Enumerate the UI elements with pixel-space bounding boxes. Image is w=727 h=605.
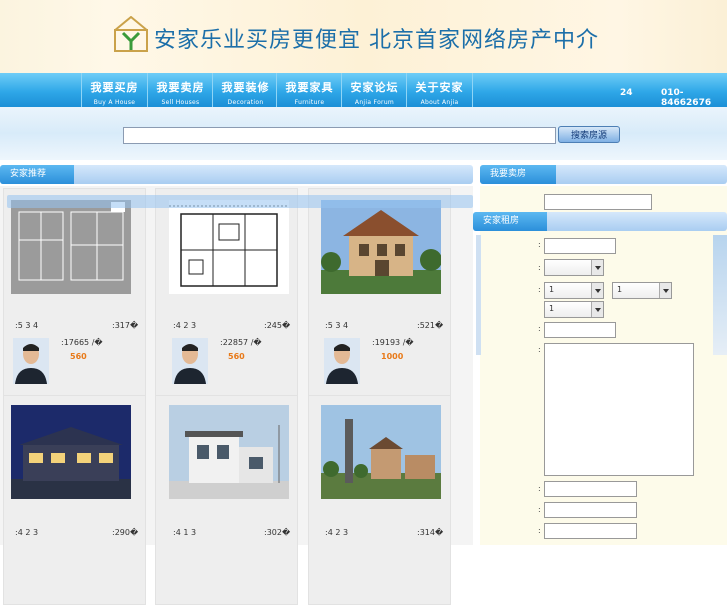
chevron-down-icon[interactable] bbox=[591, 283, 603, 298]
chevron-down-icon[interactable] bbox=[659, 283, 671, 298]
sell-header: 我要卖房 bbox=[480, 165, 727, 184]
district-select[interactable] bbox=[544, 259, 604, 276]
field-label: : bbox=[538, 285, 541, 294]
main-nav: 我要买房 Buy A House 我要卖房 Sell Houses 我要装修 D… bbox=[0, 73, 727, 107]
layout-info: :4 1 3 bbox=[173, 528, 197, 537]
select-value: 1 bbox=[549, 285, 555, 294]
nav-item-sublabel: Decoration bbox=[227, 99, 264, 106]
villa-photo[interactable] bbox=[169, 405, 289, 499]
select-value: 1 bbox=[549, 304, 555, 313]
night-villa-illustration bbox=[11, 405, 131, 499]
scroll-overlay-bar bbox=[7, 195, 473, 208]
community-illustration bbox=[321, 405, 441, 499]
nav-item-buy[interactable]: 我要买房 Buy A House bbox=[81, 73, 147, 107]
select-value: 1 bbox=[617, 285, 623, 294]
sell-tab[interactable]: 我要卖房 bbox=[480, 165, 556, 184]
contact-name-field[interactable] bbox=[544, 481, 637, 497]
agent-avatar[interactable] bbox=[324, 338, 360, 384]
rent-price-field[interactable] bbox=[544, 322, 616, 338]
chevron-down-icon[interactable] bbox=[591, 260, 603, 275]
area-info: :314� bbox=[417, 528, 444, 537]
field-label: : bbox=[538, 240, 541, 249]
nav-item-sell[interactable]: 我要卖房 Sell Houses bbox=[147, 73, 213, 107]
nav-item-forum[interactable]: 安家论坛 Anjia Forum bbox=[341, 73, 407, 107]
nav-item-sublabel: Furniture bbox=[294, 99, 325, 106]
commission-value: 1000 bbox=[381, 352, 404, 361]
rooms-select[interactable]: 1 bbox=[544, 282, 604, 299]
nav-item-label: 我要家具 bbox=[285, 81, 334, 94]
field-label: : bbox=[538, 505, 541, 514]
unit-price: :17665 /� bbox=[61, 338, 103, 347]
banner-slogan: 安家乐业买房更便宜 北京首家网络房产中介 bbox=[154, 28, 599, 53]
nav-item-decoration[interactable]: 我要装修 Decoration bbox=[212, 73, 278, 107]
listing-card[interactable]: :4 2 3 :245� :22857 /� 560 bbox=[155, 188, 298, 398]
field-label: : bbox=[538, 526, 541, 535]
nav-item-sublabel: Buy A House bbox=[93, 99, 136, 106]
nav-item-sublabel: About Anjia bbox=[420, 99, 459, 106]
chevron-down-icon[interactable] bbox=[591, 302, 603, 317]
listing-card[interactable]: :4 1 3 :302� bbox=[155, 395, 298, 605]
area-info: :521� bbox=[417, 321, 444, 330]
listing-card[interactable]: :4 2 3 :290� bbox=[3, 395, 146, 605]
halls-select[interactable]: 1 bbox=[612, 282, 672, 299]
search-input[interactable] bbox=[123, 127, 556, 144]
unit-price: :22857 /� bbox=[220, 338, 262, 347]
field-label: : bbox=[538, 324, 541, 333]
nav-item-sublabel: Sell Houses bbox=[161, 99, 200, 106]
floor-plan-image[interactable] bbox=[169, 200, 289, 294]
area-info: :290� bbox=[112, 528, 139, 537]
nav-item-furniture[interactable]: 我要家具 Furniture bbox=[276, 73, 342, 107]
sell-field[interactable] bbox=[544, 194, 652, 210]
area-info: :317� bbox=[112, 321, 139, 330]
field-label: : bbox=[538, 345, 541, 354]
baths-select[interactable]: 1 bbox=[544, 301, 604, 318]
panel-edge bbox=[476, 235, 481, 355]
side-photo-strip bbox=[713, 235, 727, 355]
layout-info: :5 3 4 bbox=[15, 321, 39, 330]
listing-card[interactable]: :5 3 4 :521� :19193 /� 1000 bbox=[308, 188, 451, 398]
anjia-logo-icon[interactable] bbox=[114, 16, 148, 52]
nav-item-label: 关于安家 bbox=[415, 81, 464, 94]
listing-card[interactable]: :4 2 3 :314� bbox=[308, 395, 451, 605]
contact-phone-field[interactable] bbox=[544, 502, 637, 518]
villa-photo[interactable] bbox=[11, 405, 131, 499]
nav-item-label: 我要买房 bbox=[90, 81, 139, 94]
recommended-header: 安家推荐 bbox=[0, 165, 473, 184]
nav-item-sublabel: Anjia Forum bbox=[354, 99, 395, 106]
contact-email-field[interactable] bbox=[544, 523, 637, 539]
recommended-tab[interactable]: 安家推荐 bbox=[0, 165, 74, 184]
hotline-number: 010-84662676 bbox=[661, 88, 712, 108]
listing-card[interactable]: :5 3 4 :317� :17665 /� 560 bbox=[3, 188, 146, 398]
service-hours: 24 bbox=[620, 88, 633, 98]
area-info: :302� bbox=[264, 528, 291, 537]
search-listings-button[interactable]: 搜索房源 bbox=[558, 126, 620, 143]
rent-tab[interactable]: 安家租房 bbox=[473, 212, 547, 231]
villa-illustration bbox=[321, 200, 441, 294]
commission-value: 560 bbox=[70, 352, 87, 361]
layout-info: :4 2 3 bbox=[325, 528, 349, 537]
agent-avatar[interactable] bbox=[13, 338, 49, 384]
floor-plan-drawing bbox=[169, 200, 289, 294]
nav-item-label: 我要卖房 bbox=[156, 81, 205, 94]
nav-item-label: 我要装修 bbox=[221, 81, 270, 94]
villa-photo[interactable] bbox=[321, 200, 441, 294]
description-textarea[interactable] bbox=[544, 343, 694, 476]
field-label: : bbox=[538, 263, 541, 272]
unit-price: :19193 /� bbox=[372, 338, 414, 347]
layout-info: :5 3 4 bbox=[325, 321, 349, 330]
rent-header: 安家租房 bbox=[473, 212, 727, 231]
nav-item-label: 安家论坛 bbox=[350, 81, 399, 94]
floor-plan-drawing bbox=[11, 200, 131, 294]
field-label: : bbox=[538, 484, 541, 493]
layout-info: :4 2 3 bbox=[15, 528, 39, 537]
rent-text-field[interactable] bbox=[544, 238, 616, 254]
modern-villa-illustration bbox=[169, 405, 289, 499]
layout-info: :4 2 3 bbox=[173, 321, 197, 330]
nav-item-about[interactable]: 关于安家 About Anjia bbox=[406, 73, 473, 107]
agent-avatar[interactable] bbox=[172, 338, 208, 384]
area-info: :245� bbox=[264, 321, 291, 330]
villa-photo[interactable] bbox=[321, 405, 441, 499]
floor-plan-image[interactable] bbox=[11, 200, 131, 294]
commission-value: 560 bbox=[228, 352, 245, 361]
